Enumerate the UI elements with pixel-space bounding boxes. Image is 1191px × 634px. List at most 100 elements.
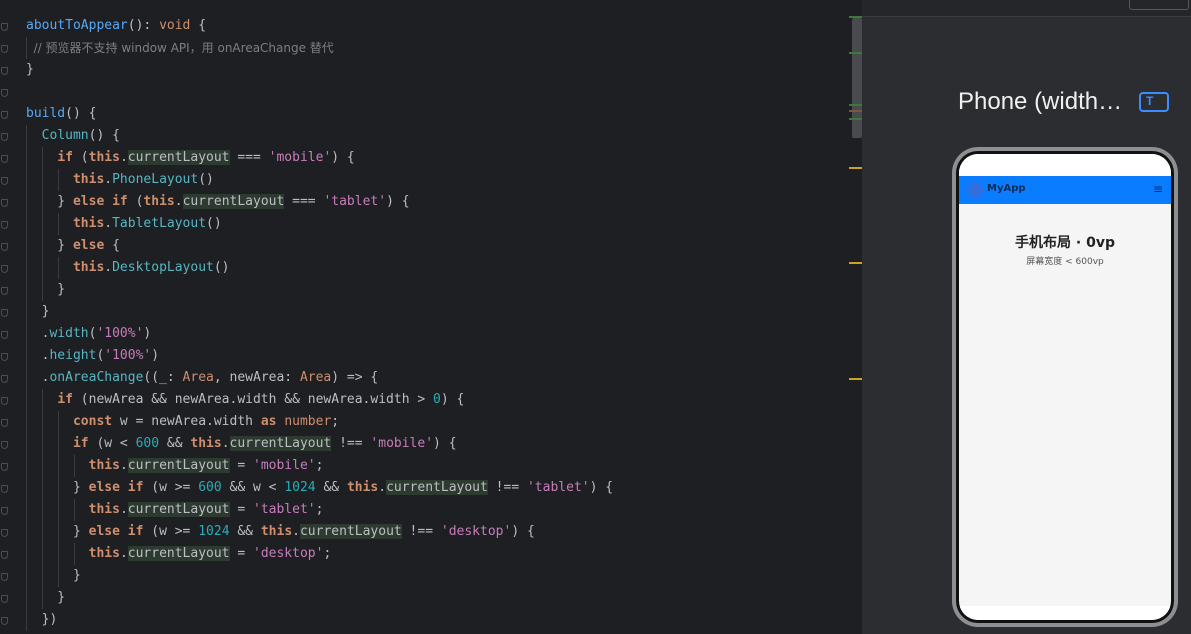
code-token: this — [88, 502, 120, 517]
indent-guide — [74, 499, 75, 521]
code-line[interactable]: .height('100%') — [0, 345, 613, 367]
code-line[interactable]: build() { — [0, 103, 613, 125]
code-line[interactable]: if (this.currentLayout === 'mobile') { — [0, 147, 613, 169]
code-token: . — [119, 502, 128, 517]
code-token: . — [378, 480, 387, 495]
code-token: this — [143, 194, 175, 209]
indent-guide — [26, 235, 27, 257]
code-token: . — [26, 326, 50, 341]
code-line[interactable]: this.currentLayout = 'mobile'; — [0, 455, 613, 477]
code-token: 预览器不支持 window API，用 onAreaChange 替代 — [45, 41, 334, 55]
indent-guide — [26, 587, 27, 609]
code-token: { — [190, 18, 207, 33]
change-marker — [849, 118, 862, 120]
indent-guide — [58, 257, 59, 279]
code-line[interactable]: } — [0, 587, 613, 609]
code-line[interactable]: Column() { — [0, 125, 613, 147]
indent-guide — [26, 411, 27, 433]
code-line[interactable]: this.currentLayout = 'tablet'; — [0, 499, 613, 521]
code-token: if — [57, 150, 73, 165]
layout-toggle-button[interactable]: T — [1139, 92, 1169, 112]
indent-guide — [26, 521, 27, 543]
indent-guide — [58, 433, 59, 455]
code-token: ) { — [589, 480, 614, 495]
code-lines[interactable]: aboutToAppear(): void { // 预览器不支持 window… — [0, 15, 613, 631]
code-token: currentLayout — [182, 194, 285, 209]
code-line[interactable]: } — [0, 279, 613, 301]
code-token: width — [49, 326, 89, 341]
indent-guide — [42, 147, 43, 169]
code-token: (w >= — [143, 524, 199, 539]
code-token: () { — [65, 106, 97, 121]
code-token: '100%' — [96, 326, 144, 341]
code-token: Area — [182, 370, 214, 385]
code-token: ) { — [440, 392, 465, 407]
code-line[interactable]: this.TabletLayout() — [0, 213, 613, 235]
indent-guide — [58, 455, 59, 477]
code-token: . — [174, 194, 183, 209]
change-marker — [849, 52, 862, 54]
indent-guide — [26, 455, 27, 477]
code-token: === — [284, 194, 324, 209]
code-line[interactable]: } else if (w >= 1024 && this.currentLayo… — [0, 521, 613, 543]
code-editor[interactable]: aboutToAppear(): void { // 预览器不支持 window… — [0, 0, 862, 634]
code-line[interactable]: } else if (w >= 600 && w < 1024 && this.… — [0, 477, 613, 499]
indent-guide — [42, 543, 43, 565]
code-token: 'tablet' — [253, 502, 316, 517]
code-token: = — [229, 458, 253, 473]
code-token: 600 — [198, 480, 222, 495]
menu-icon[interactable]: ≡ — [1153, 182, 1163, 196]
code-line[interactable]: } — [0, 59, 613, 81]
code-line[interactable]: if (newArea && newArea.width && newArea.… — [0, 389, 613, 411]
code-line[interactable]: }) — [0, 609, 613, 631]
code-token: { — [104, 238, 120, 253]
code-line[interactable]: } else { — [0, 235, 613, 257]
code-line[interactable]: this.PhoneLayout() — [0, 169, 613, 191]
code-line[interactable]: } — [0, 301, 613, 323]
code-token: } — [26, 590, 66, 605]
phone-screen[interactable]: MyApp ≡ 手机布局 · 0vp 屏幕宽度 < 600vp — [959, 154, 1171, 620]
code-token: this — [88, 546, 120, 561]
indent-guide — [26, 367, 27, 389]
code-token: !== — [331, 436, 371, 451]
code-line[interactable]: this.DesktopLayout() — [0, 257, 613, 279]
code-token: && — [229, 524, 261, 539]
code-token: 'tablet' — [526, 480, 590, 495]
toolbar-button[interactable] — [1129, 0, 1189, 10]
indent-guide — [42, 213, 43, 235]
code-token: (): — [127, 18, 160, 33]
home-indicator-area — [959, 606, 1171, 620]
code-token: this — [72, 216, 105, 231]
code-token: !== — [487, 480, 527, 495]
indent-guide — [26, 191, 27, 213]
code-line[interactable]: // 预览器不支持 window API，用 onAreaChange 替代 — [0, 37, 613, 59]
code-line[interactable]: } else if (this.currentLayout === 'table… — [0, 191, 613, 213]
code-token: . — [221, 436, 230, 451]
code-token: TabletLayout — [112, 216, 207, 231]
code-line[interactable]: if (w < 600 && this.currentLayout !== 'm… — [0, 433, 613, 455]
code-token: } — [26, 194, 73, 209]
code-line[interactable] — [0, 81, 613, 103]
code-token: 1024 — [198, 524, 230, 539]
code-token: 'desktop' — [253, 546, 324, 561]
code-token: else if — [88, 524, 144, 539]
code-token: . — [104, 172, 113, 187]
code-token: (newArea && newArea.width && newArea.wid… — [72, 392, 433, 407]
indent-guide — [42, 235, 43, 257]
code-line[interactable]: this.currentLayout = 'desktop'; — [0, 543, 613, 565]
code-token: . — [104, 216, 113, 231]
indent-guide — [26, 499, 27, 521]
indent-guide — [26, 389, 27, 411]
code-line[interactable]: .width('100%') — [0, 323, 613, 345]
editor-scrollbar[interactable] — [852, 18, 862, 138]
phone-bezel: MyApp ≡ 手机布局 · 0vp 屏幕宽度 < 600vp — [956, 151, 1174, 623]
indent-guide — [42, 257, 43, 279]
indent-guide — [26, 345, 27, 367]
code-line[interactable]: const w = newArea.width as number; — [0, 411, 613, 433]
indent-guide — [74, 543, 75, 565]
code-line[interactable]: .onAreaChange((_: Area, newArea: Area) =… — [0, 367, 613, 389]
code-line[interactable]: aboutToAppear(): void { — [0, 15, 613, 37]
code-token: const — [72, 414, 113, 429]
code-line[interactable]: } — [0, 565, 613, 587]
code-token: () — [206, 216, 222, 231]
